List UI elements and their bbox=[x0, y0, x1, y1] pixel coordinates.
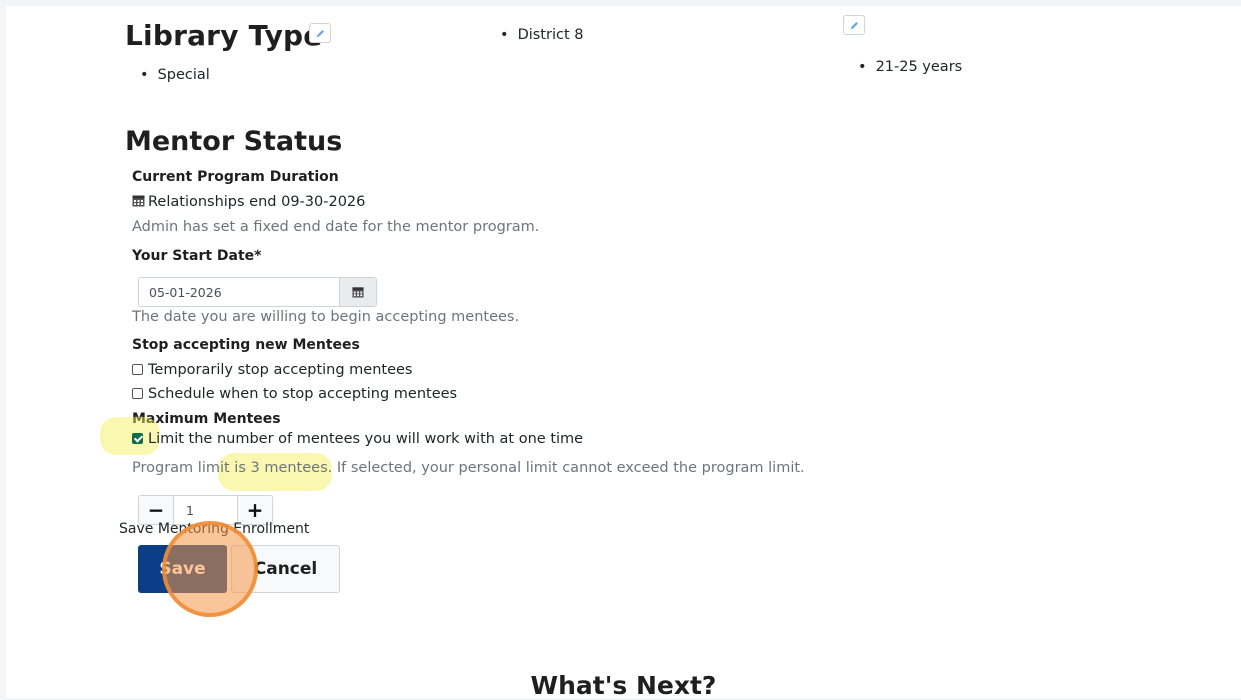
limit-mentees-option[interactable]: Limit the number of mentees you will wor… bbox=[132, 431, 583, 447]
decrement-button[interactable]: − bbox=[139, 496, 173, 524]
start-date-label: Your Start Date* bbox=[132, 248, 262, 264]
page-content: Library Type Special District 8 21-25 ye… bbox=[6, 6, 1241, 700]
district-item: District 8 bbox=[500, 27, 584, 43]
library-type-item: Special bbox=[140, 67, 210, 83]
program-limit-text: Program limit is 3 mentees. If selected,… bbox=[132, 460, 805, 476]
pencil-icon bbox=[316, 29, 324, 37]
limit-mentees-checkbox[interactable] bbox=[132, 433, 143, 444]
click-indicator bbox=[162, 521, 258, 617]
program-duration-label: Current Program Duration bbox=[132, 169, 339, 185]
start-date-field bbox=[138, 277, 377, 307]
schedule-stop-option[interactable]: Schedule when to stop accepting mentees bbox=[132, 386, 457, 402]
calendar-icon bbox=[352, 287, 364, 298]
limit-mentees-label: Limit the number of mentees you will wor… bbox=[148, 431, 584, 447]
edit-library-type-button[interactable] bbox=[309, 23, 331, 43]
relationships-end-text: Relationships end 09-30-2026 bbox=[132, 194, 365, 210]
schedule-stop-checkbox[interactable] bbox=[132, 388, 143, 399]
calendar-icon bbox=[132, 195, 145, 207]
edit-age-range-button[interactable] bbox=[843, 15, 865, 35]
start-date-input[interactable] bbox=[139, 278, 339, 306]
age-range-item: 21-25 years bbox=[858, 59, 963, 75]
whats-next-heading: What's Next? bbox=[530, 671, 717, 700]
increment-button[interactable]: + bbox=[238, 496, 272, 524]
admin-note: Admin has set a fixed end date for the m… bbox=[132, 219, 540, 235]
mentor-status-heading: Mentor Status bbox=[125, 126, 343, 157]
start-date-calendar-button[interactable] bbox=[339, 278, 376, 306]
schedule-stop-label: Schedule when to stop accepting mentees bbox=[148, 386, 458, 402]
library-type-heading: Library Type bbox=[125, 19, 323, 52]
pencil-icon bbox=[850, 21, 858, 29]
start-date-help: The date you are willing to begin accept… bbox=[132, 309, 520, 325]
temp-stop-option[interactable]: Temporarily stop accepting mentees bbox=[132, 362, 412, 378]
stop-accepting-label: Stop accepting new Mentees bbox=[132, 337, 360, 353]
mentee-limit-input[interactable]: 1 bbox=[173, 496, 238, 524]
temp-stop-checkbox[interactable] bbox=[132, 364, 143, 375]
temp-stop-label: Temporarily stop accepting mentees bbox=[148, 362, 413, 378]
relationships-end-value: Relationships end 09-30-2026 bbox=[148, 194, 366, 210]
